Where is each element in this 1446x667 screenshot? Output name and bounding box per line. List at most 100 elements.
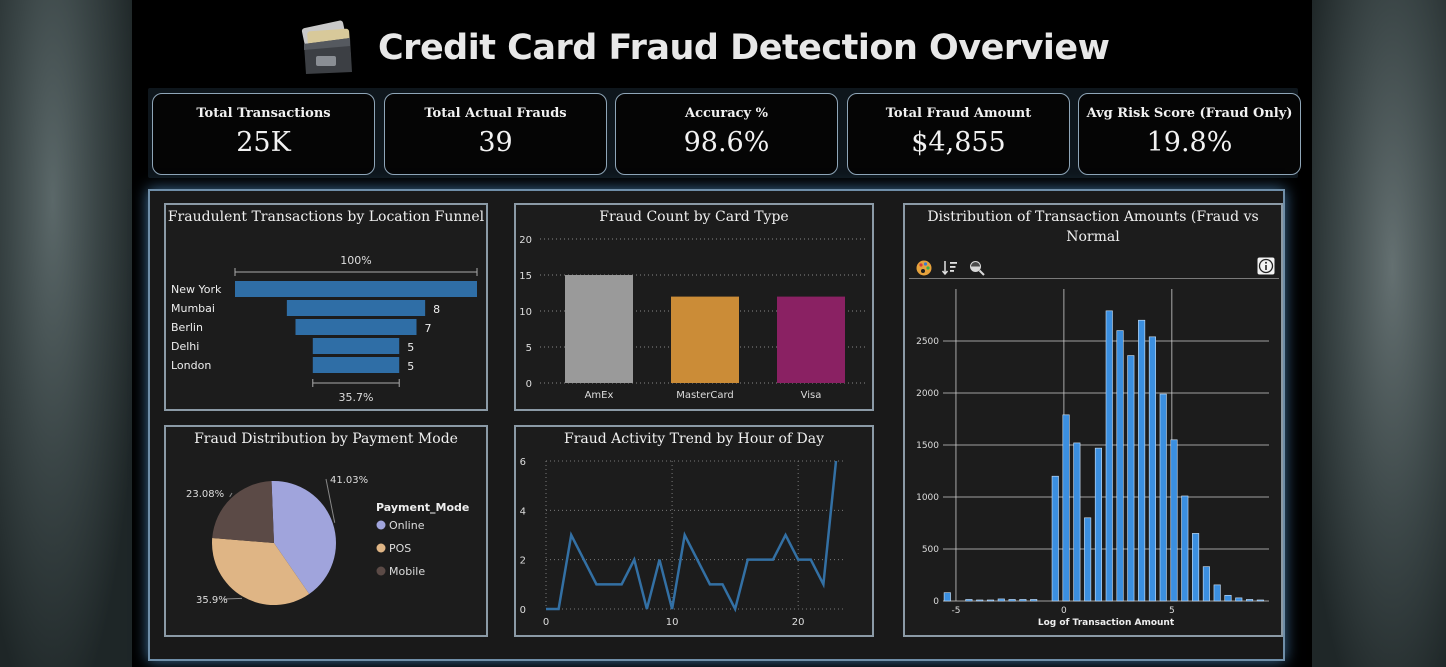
histogram-bar (965, 599, 973, 602)
y-tick-label: 2500 (916, 337, 939, 347)
bar (565, 275, 633, 383)
funnel-category-label: New York (171, 283, 222, 296)
y-tick-label: 2 (520, 556, 526, 567)
histogram-bar (1192, 533, 1200, 602)
funnel-value-label: 7 (425, 322, 432, 335)
funnel-bar (312, 357, 400, 373)
funnel-value-label: 5 (407, 341, 414, 354)
y-tick-label: 20 (519, 235, 532, 246)
y-tick-label: 0 (520, 605, 526, 616)
dashboard: Credit Card Fraud Detection Overview Tot… (132, 0, 1312, 667)
funnel-bar (312, 338, 400, 354)
kpi-card-total-frauds: Total Actual Frauds 39 (384, 93, 607, 175)
y-tick-label: 500 (922, 545, 939, 555)
card-type-bar-chart: 0 5 10 15 20 AmEx MasterCard Visa (519, 235, 866, 401)
histogram-bar (1235, 597, 1243, 602)
legend-label: Mobile (389, 565, 425, 578)
x-tick-label: 10 (666, 617, 679, 628)
x-tick-label: -5 (951, 606, 960, 616)
x-tick-label: MasterCard (676, 390, 734, 401)
amount-histogram: 0 500 1000 1500 2000 2500 -5 0 5 Log of Transacti… (916, 289, 1269, 628)
legend-marker (376, 566, 386, 576)
histogram-bar (1246, 599, 1254, 602)
series-line (546, 460, 838, 613)
legend-title: Payment_Mode (376, 501, 469, 514)
kpi-value: 98.6% (683, 127, 770, 158)
histogram-bar (1224, 594, 1232, 602)
histogram-bar (943, 592, 951, 602)
x-tick-label: 5 (1169, 606, 1175, 616)
card-type-chart-card[interactable]: Fraud Count by Card Type 0 5 10 15 20 AmEx Mas… (514, 203, 874, 411)
histogram-bar (1170, 439, 1178, 602)
y-tick-label: 15 (519, 271, 532, 282)
histogram-bar (1084, 517, 1092, 602)
x-tick-label: 20 (792, 617, 805, 628)
kpi-value: 19.8% (1146, 127, 1233, 158)
kpi-value: $4,855 (911, 127, 1006, 158)
legend-label: Online (389, 519, 425, 532)
funnel-chart-card[interactable]: Fraudulent Transactions by Location Funn… (164, 203, 488, 411)
x-tick-label: AmEx (585, 390, 614, 401)
funnel-category-label: Delhi (171, 340, 199, 353)
kpi-card-accuracy: Accuracy % 98.6% (615, 93, 838, 175)
funnel-category-label: Berlin (171, 321, 203, 334)
kpi-strip: Total Transactions 25K Total Actual Frau… (148, 88, 1301, 178)
histogram-bar (1116, 330, 1124, 602)
kpi-label: Total Transactions (196, 106, 331, 121)
y-tick-label: 0 (526, 379, 532, 390)
hourly-trend-chart-card[interactable]: Fraud Activity Trend by Hour of Day 0246… (514, 425, 874, 637)
histogram-bar (976, 599, 984, 602)
kpi-label: Avg Risk Score (Fraud Only) (1086, 106, 1293, 121)
histogram-bar (1051, 475, 1059, 602)
y-tick-label: 1500 (916, 441, 939, 451)
histogram-bar (1019, 599, 1027, 602)
pie-value-label: 41.03% (330, 475, 368, 486)
funnel-top-label: 100% (340, 254, 371, 267)
funnel-category-label: Mumbai (171, 302, 215, 315)
y-tick-label: 4 (520, 506, 526, 517)
histogram-bar (1094, 447, 1102, 602)
y-tick-label: 6 (520, 457, 526, 468)
amount-distribution-chart-card[interactable]: Distribution of Transaction Amounts (Fra… (903, 203, 1283, 637)
y-tick-label: 2000 (916, 389, 939, 399)
kpi-card-fraud-amount: Total Fraud Amount $4,855 (847, 93, 1070, 175)
bar (777, 296, 845, 383)
funnel-bottom-label: 35.7% (339, 391, 374, 404)
x-tick-label: 0 (1061, 606, 1067, 616)
histogram-bar (1148, 336, 1156, 602)
funnel-bar (235, 281, 477, 297)
kpi-value: 39 (478, 127, 513, 158)
kpi-card-total-transactions: Total Transactions 25K (152, 93, 375, 175)
funnel-bar (295, 319, 417, 335)
legend-label: POS (389, 542, 411, 555)
page-title: Credit Card Fraud Detection Overview (378, 28, 1110, 68)
y-tick-label: 10 (519, 307, 532, 318)
y-tick-label: 0 (933, 597, 939, 607)
kpi-card-avg-risk-score: Avg Risk Score (Fraud Only) 19.8% (1078, 93, 1301, 175)
histogram-bar (997, 598, 1005, 602)
funnel-category-label: London (171, 359, 211, 372)
pie-value-label: 35.9% (196, 595, 228, 606)
histogram-bar (1202, 566, 1210, 602)
background-left (0, 0, 132, 667)
payment-mode-pie-chart: 41.03% 35.9% 23.08% Payment_Mode Online POS Mo… (186, 475, 469, 606)
funnel-bar (286, 300, 426, 316)
kpi-label: Total Actual Frauds (424, 106, 567, 121)
credit-card-logo-icon (301, 20, 352, 74)
background-right (1312, 0, 1446, 667)
funnel-value-label: 8 (433, 303, 440, 316)
histogram-bar (1030, 599, 1038, 602)
y-tick-label: 5 (526, 343, 532, 354)
y-tick-label: 1000 (916, 493, 939, 503)
payment-mode-chart-card[interactable]: Fraud Distribution by Payment Mode 41.03… (164, 425, 488, 637)
histogram-bar (1181, 495, 1189, 602)
legend-marker (376, 520, 386, 530)
histogram-bar (1127, 355, 1135, 602)
x-tick-label: 0 (543, 617, 549, 628)
hourly-trend-line-chart: 0 2 4 6 0 10 20 (520, 457, 844, 628)
x-tick-label: Visa (801, 390, 822, 401)
histogram-bar (1073, 442, 1081, 602)
histogram-bar (1105, 310, 1113, 602)
legend-marker (376, 543, 386, 553)
histogram-bar (1008, 599, 1016, 602)
